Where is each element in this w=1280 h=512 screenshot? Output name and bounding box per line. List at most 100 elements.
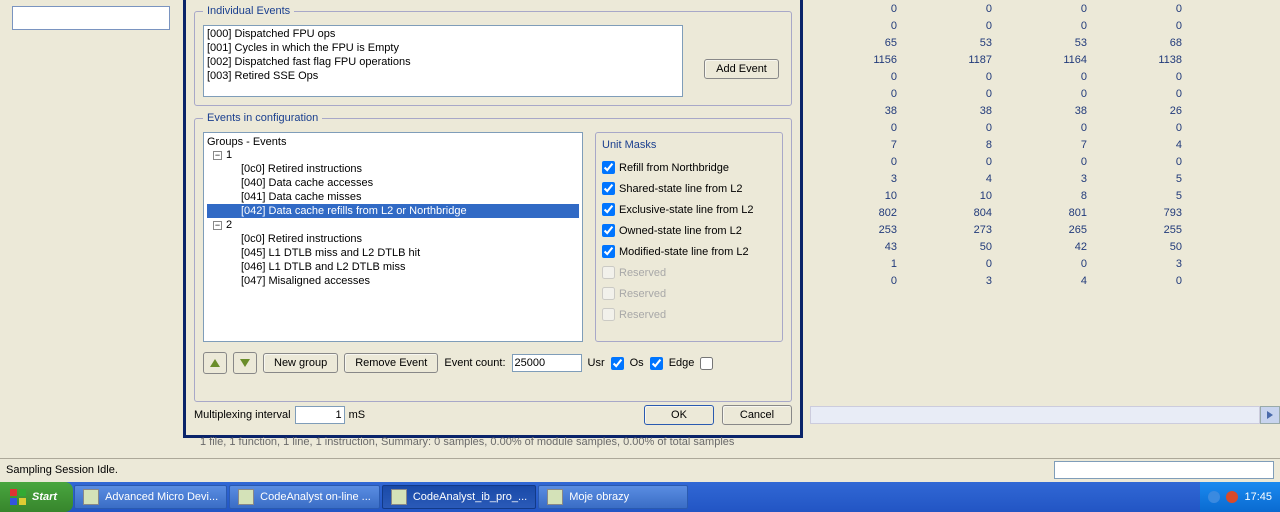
list-item[interactable]: [003] Retired SSE Ops [205, 69, 681, 83]
table-cell: 3 [820, 170, 915, 187]
table-row[interactable]: 0000 [820, 85, 1200, 102]
tree-item[interactable]: [046] L1 DTLB and L2 DTLB miss [207, 260, 579, 274]
tree-item[interactable]: [045] L1 DTLB miss and L2 DTLB hit [207, 246, 579, 260]
tray-icon[interactable] [1208, 491, 1220, 503]
table-cell: 65 [820, 34, 915, 51]
ok-button[interactable]: OK [644, 405, 714, 425]
table-cell: 253 [820, 221, 915, 238]
mask-checkbox[interactable] [602, 182, 615, 195]
mask-label: Exclusive-state line from L2 [619, 204, 754, 216]
os-label: Os [630, 357, 644, 369]
table-row[interactable]: 0000 [820, 68, 1200, 85]
table-row[interactable]: 1003 [820, 255, 1200, 272]
clock: 17:45 [1244, 491, 1272, 503]
list-item[interactable]: [002] Dispatched fast flag FPU operation… [205, 55, 681, 69]
table-row[interactable]: 0000 [820, 0, 1200, 17]
table-row[interactable]: 0000 [820, 119, 1200, 136]
table-cell: 0 [820, 272, 915, 289]
event-count-input[interactable] [512, 354, 582, 372]
usr-checkbox[interactable] [611, 357, 624, 370]
events-config-dialog: Individual Events [000] Dispatched FPU o… [183, 0, 803, 438]
table-cell: 4 [915, 170, 1010, 187]
tree-item[interactable]: [0c0] Retired instructions [207, 232, 579, 246]
status-text: Sampling Session Idle. [6, 462, 118, 477]
status-search-input[interactable] [1054, 461, 1274, 479]
table-row[interactable]: 1156118711641138 [820, 51, 1200, 68]
table-cell: 3 [1010, 170, 1105, 187]
table-row[interactable]: 0340 [820, 272, 1200, 289]
cancel-button[interactable]: Cancel [722, 405, 792, 425]
table-row[interactable]: 3435 [820, 170, 1200, 187]
taskbar-item[interactable]: Advanced Micro Devi... [74, 485, 227, 509]
table-cell: 0 [915, 68, 1010, 85]
tree-item[interactable]: [047] Misaligned accesses [207, 274, 579, 288]
mask-row: Shared-state line from L2 [602, 178, 776, 199]
table-row[interactable]: 7874 [820, 136, 1200, 153]
table-cell: 50 [1105, 238, 1200, 255]
table-cell: 0 [1105, 0, 1200, 17]
table-row[interactable]: 101085 [820, 187, 1200, 204]
groups-events-tree[interactable]: Groups - Events −1 [0c0] Retired instruc… [203, 132, 583, 342]
table-cell: 0 [1105, 153, 1200, 170]
table-row[interactable]: 65535368 [820, 34, 1200, 51]
multiplexing-input[interactable] [295, 406, 345, 424]
table-cell: 0 [1010, 153, 1105, 170]
table-cell: 0 [1010, 85, 1105, 102]
table-cell: 38 [820, 102, 915, 119]
mask-row: Reserved [602, 262, 776, 283]
table-cell: 50 [915, 238, 1010, 255]
table-row[interactable]: 43504250 [820, 238, 1200, 255]
mask-checkbox[interactable] [602, 245, 615, 258]
table-cell: 265 [1010, 221, 1105, 238]
move-down-button[interactable] [233, 352, 257, 374]
new-group-button[interactable]: New group [263, 353, 338, 373]
system-tray[interactable]: 17:45 [1200, 482, 1280, 512]
tray-icon[interactable] [1226, 491, 1238, 503]
start-button[interactable]: Start [0, 482, 73, 512]
tree-item[interactable]: [0c0] Retired instructions [207, 162, 579, 176]
tree-group-1[interactable]: −1 [207, 148, 579, 162]
collapse-icon[interactable]: − [213, 221, 222, 230]
mask-checkbox[interactable] [602, 161, 615, 174]
table-cell: 0 [820, 0, 915, 17]
os-checkbox[interactable] [650, 357, 663, 370]
table-row[interactable]: 0000 [820, 153, 1200, 170]
list-item[interactable]: [000] Dispatched FPU ops [205, 27, 681, 41]
remove-event-button[interactable]: Remove Event [344, 353, 438, 373]
table-row[interactable]: 253273265255 [820, 221, 1200, 238]
table-cell: 3 [1105, 255, 1200, 272]
add-event-button[interactable]: Add Event [704, 59, 779, 79]
mask-checkbox[interactable] [602, 224, 615, 237]
app-icon [83, 489, 99, 505]
thumbnail-box [12, 6, 170, 30]
individual-events-list[interactable]: [000] Dispatched FPU ops [001] Cycles in… [203, 25, 683, 97]
table-row[interactable]: 802804801793 [820, 204, 1200, 221]
table-cell: 802 [820, 204, 915, 221]
table-cell: 0 [915, 153, 1010, 170]
table-cell: 0 [915, 0, 1010, 17]
tree-group-2[interactable]: −2 [207, 218, 579, 232]
tree-item[interactable]: [040] Data cache accesses [207, 176, 579, 190]
collapse-icon[interactable]: − [213, 151, 222, 160]
taskbar-item[interactable]: CodeAnalyst on-line ... [229, 485, 380, 509]
table-row[interactable]: 38383826 [820, 102, 1200, 119]
taskbar-item[interactable]: CodeAnalyst_ib_pro_... [382, 485, 536, 509]
edge-checkbox[interactable] [700, 357, 713, 370]
taskbar-item[interactable]: Moje obrazy [538, 485, 688, 509]
summary-text: 1 file, 1 function, 1 line, 1 instructio… [200, 436, 734, 448]
table-cell: 3 [915, 272, 1010, 289]
tree-item[interactable]: [041] Data cache misses [207, 190, 579, 204]
scroll-right-button[interactable] [1260, 406, 1280, 424]
table-row[interactable]: 0000 [820, 17, 1200, 34]
table-cell: 1187 [915, 51, 1010, 68]
tree-item-selected[interactable]: [042] Data cache refills from L2 or Nort… [207, 204, 579, 218]
windows-flag-icon [10, 489, 26, 505]
data-table: 0000000065535368115611871164113800000000… [820, 0, 1200, 289]
table-cell: 5 [1105, 187, 1200, 204]
list-item[interactable]: [001] Cycles in which the FPU is Empty [205, 41, 681, 55]
move-up-button[interactable] [203, 352, 227, 374]
table-cell: 804 [915, 204, 1010, 221]
horizontal-scrollbar[interactable] [810, 406, 1260, 424]
mask-checkbox[interactable] [602, 203, 615, 216]
event-count-label: Event count: [444, 357, 505, 369]
